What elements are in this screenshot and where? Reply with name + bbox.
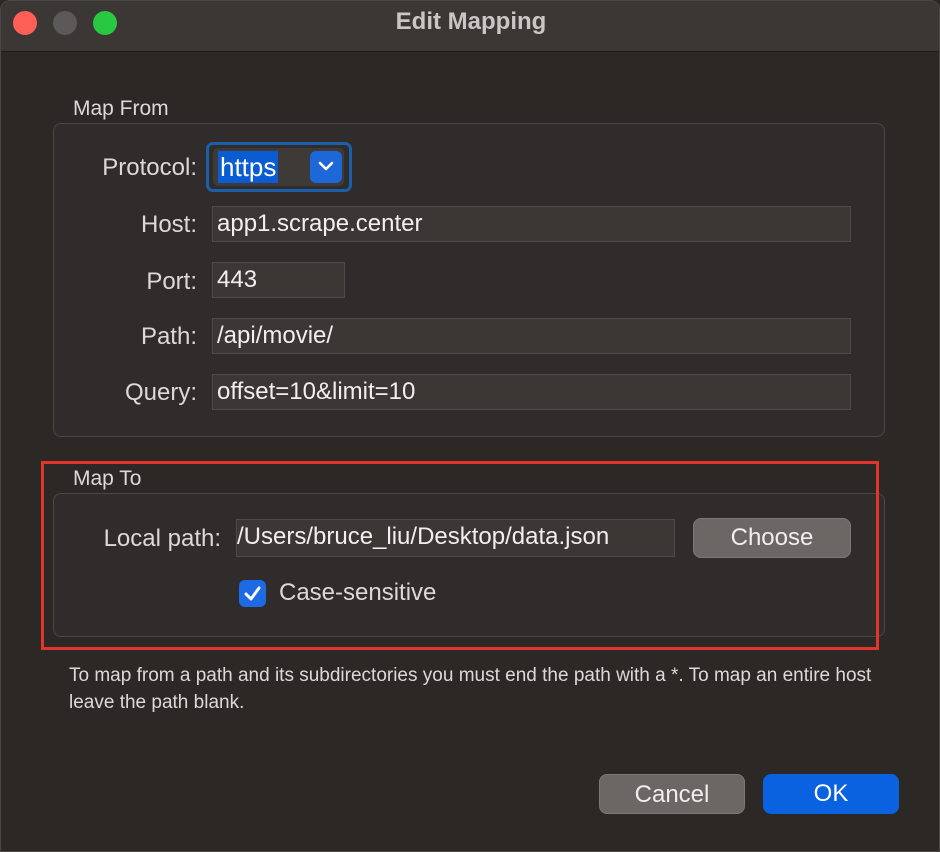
port-label: Port: xyxy=(146,268,197,295)
help-text: To map from a path and its subdirectorie… xyxy=(69,665,872,713)
map-from-label: Map From xyxy=(73,97,169,120)
query-field[interactable]: offset=10&limit=10 xyxy=(212,374,851,410)
host-field[interactable]: app1.scrape.center xyxy=(212,206,851,242)
window-title: Edit Mapping xyxy=(395,8,547,35)
edit-mapping-dialog: Edit Mapping Map From Protocol: https Ho… xyxy=(0,0,940,852)
port-field[interactable]: 443 xyxy=(212,262,345,298)
cancel-button[interactable]: Cancel xyxy=(599,774,745,814)
host-label: Host: xyxy=(140,211,197,238)
path-label: Path: xyxy=(140,323,197,350)
title-bar: Edit Mapping xyxy=(1,1,939,52)
protocol-label: Protocol: xyxy=(102,154,197,181)
path-field[interactable]: /api/movie/ xyxy=(212,318,851,354)
ok-button[interactable]: OK xyxy=(763,774,899,814)
query-label: Query: xyxy=(124,379,197,406)
chevron-down-icon[interactable] xyxy=(310,151,342,183)
protocol-selected-value[interactable]: https xyxy=(218,151,279,183)
annotation-highlight-box xyxy=(41,461,879,650)
